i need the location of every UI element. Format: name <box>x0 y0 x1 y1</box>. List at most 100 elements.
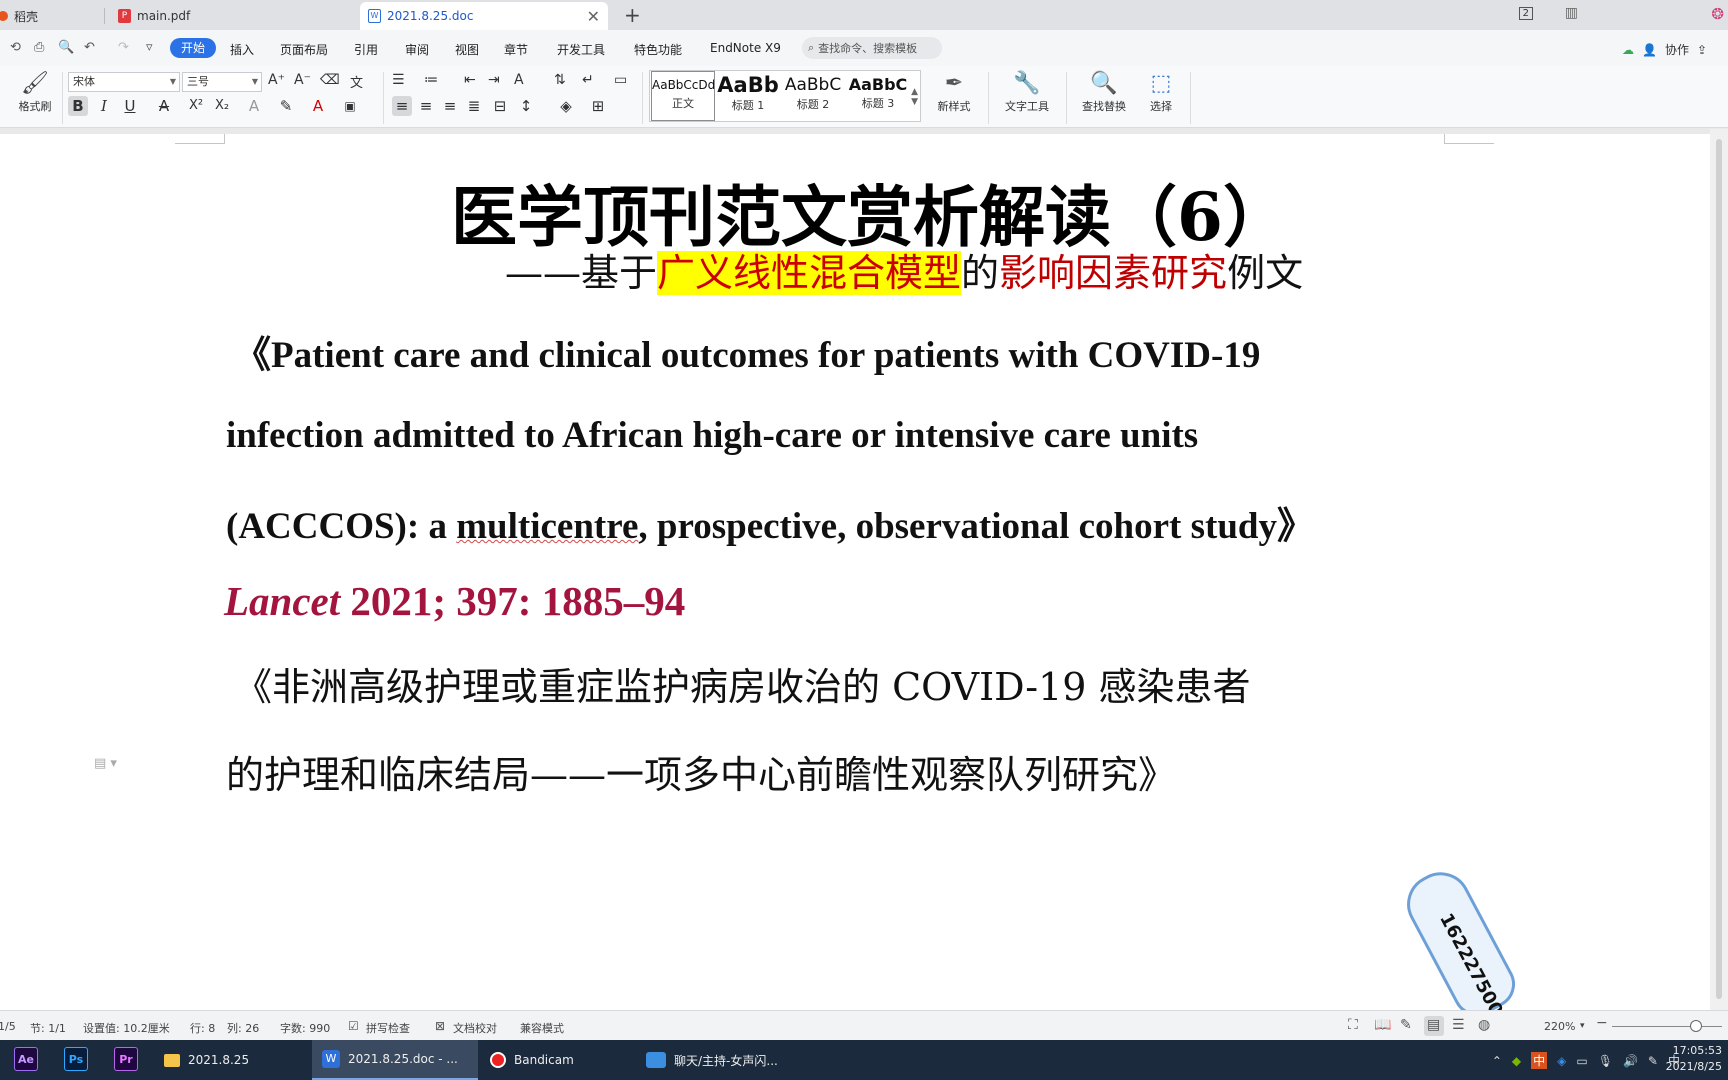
scrollbar-thumb[interactable] <box>1716 139 1722 999</box>
proofread-button[interactable]: 文档校对 <box>453 1020 497 1036</box>
microphone-icon[interactable]: 🎙 <box>1598 1054 1613 1068</box>
taskbar-chat[interactable]: 聊天/主持-女声闪... <box>636 1040 806 1080</box>
zoom-slider[interactable] <box>1612 1026 1722 1027</box>
chevron-up-icon[interactable]: ⌃ <box>1492 1054 1502 1068</box>
taskbar-bandicam[interactable]: Bandicam <box>480 1040 636 1080</box>
decrease-font-icon[interactable]: A⁻ <box>294 72 311 88</box>
align-center-icon[interactable]: ≡ <box>416 96 436 116</box>
styles-scroll-icon[interactable]: ▲ ▼ <box>911 87 918 107</box>
spell-check-button[interactable]: 拼写检查 <box>366 1020 410 1036</box>
decrease-indent-icon[interactable]: ⇤ <box>464 72 476 88</box>
superscript-icon[interactable]: X² <box>186 96 206 116</box>
menu-features[interactable]: 特色功能 <box>634 41 682 58</box>
new-tab-icon[interactable]: + <box>624 3 641 27</box>
menu-review[interactable]: 审阅 <box>405 41 429 58</box>
chinese-layout-icon[interactable]: A <box>514 72 524 88</box>
distribute-icon[interactable]: ⊟ <box>490 96 510 116</box>
print-preview-icon[interactable]: 🔍 <box>58 40 74 55</box>
menu-references[interactable]: 引用 <box>354 41 378 58</box>
justify-icon[interactable]: ≣ <box>464 96 484 116</box>
style-heading-3[interactable]: AaBbC 标题 3 <box>846 71 910 121</box>
volume-icon[interactable]: 🔊 <box>1623 1054 1638 1068</box>
new-style-button[interactable]: ✒ 新样式 <box>928 70 980 114</box>
sort-icon[interactable]: ⇅ <box>554 72 566 88</box>
taskbar-wps-doc[interactable]: W 2021.8.25.doc - ... <box>312 1040 478 1080</box>
align-left-icon[interactable]: ≡ <box>392 96 412 116</box>
tab-active-doc[interactable]: W 2021.8.25.doc ✕ <box>360 2 608 30</box>
tab-main-pdf[interactable]: P main.pdf <box>110 2 355 30</box>
menu-chapter[interactable]: 章节 <box>504 41 528 58</box>
taskbar-folder[interactable]: 2021.8.25 <box>154 1040 310 1080</box>
outline-view-icon[interactable]: ☰ <box>1452 1017 1465 1033</box>
redo-icon[interactable]: ↷ <box>118 40 129 55</box>
bold-icon[interactable]: B <box>68 96 88 116</box>
style-normal[interactable]: AaBbCcDd 正文 <box>651 71 715 121</box>
redo-format-icon[interactable]: ⟲ <box>10 40 21 55</box>
font-color-icon[interactable]: A <box>308 96 328 116</box>
style-heading-1[interactable]: AaBb 标题 1 <box>716 71 780 121</box>
sync-cloud-icon[interactable]: ☁ <box>1622 43 1634 57</box>
menu-developer[interactable]: 开发工具 <box>557 41 605 58</box>
increase-indent-icon[interactable]: ⇥ <box>488 72 500 88</box>
ime-badge[interactable]: 中 <box>1531 1052 1548 1069</box>
command-search-input[interactable]: ⌕ 查找命令、搜索模板 <box>802 37 942 59</box>
underline-icon[interactable]: U <box>120 96 140 116</box>
highlight-icon[interactable]: ✎ <box>276 96 296 116</box>
quick-access-more-icon[interactable]: ▿ <box>146 40 153 55</box>
select-button[interactable]: ⬚ 选择 <box>1138 70 1184 114</box>
page-view-icon[interactable]: ▤ <box>1427 1017 1440 1033</box>
photoshop-icon[interactable]: Ps <box>64 1047 88 1071</box>
print-icon[interactable]: ⎙ <box>34 40 44 55</box>
page-indicator[interactable]: 1/5 <box>0 1020 16 1033</box>
user-avatar-icon[interactable]: ❂ <box>1711 5 1724 23</box>
phonetic-guide-icon[interactable]: 文 <box>350 72 363 91</box>
network-icon[interactable]: ▭ <box>1576 1054 1587 1068</box>
fullscreen-icon[interactable]: ⛶ <box>1348 1017 1358 1033</box>
window-count-badge[interactable]: 2 <box>1518 7 1533 20</box>
italic-icon[interactable]: I <box>94 96 114 116</box>
borders-icon[interactable]: ⊞ <box>588 96 608 116</box>
show-marks-icon[interactable]: ↵ <box>582 72 594 88</box>
premiere-icon[interactable]: Pr <box>114 1047 138 1071</box>
edit-mode-icon[interactable]: ✎ <box>1400 1017 1412 1033</box>
char-border-icon[interactable]: ▣ <box>340 96 360 116</box>
tab-daoke[interactable]: 稻壳 <box>0 2 96 30</box>
collaborate-button[interactable]: 协作 <box>1665 41 1689 58</box>
increase-font-icon[interactable]: A⁺ <box>268 72 285 88</box>
menu-insert[interactable]: 插入 <box>230 41 254 58</box>
security-icon[interactable]: ◈ <box>1557 1054 1566 1068</box>
close-tab-icon[interactable]: ✕ <box>587 7 600 26</box>
read-mode-icon[interactable]: 📖 <box>1374 1017 1391 1033</box>
text-effect-icon[interactable]: A <box>244 96 264 116</box>
after-effects-icon[interactable]: Ae <box>14 1047 38 1071</box>
format-painter-button[interactable]: 🖌 格式刷 <box>12 70 58 114</box>
font-name-select[interactable]: 宋体 ▼ <box>68 72 180 92</box>
undo-icon[interactable]: ↶ <box>84 40 95 55</box>
menu-endnote[interactable]: EndNote X9 <box>710 41 781 55</box>
zoom-level[interactable]: 220% <box>1544 1020 1575 1033</box>
proofread-icon[interactable]: ⊠ <box>435 1019 445 1033</box>
line-spacing-icon[interactable]: ↕ <box>516 96 536 116</box>
style-heading-2[interactable]: AaBbC 标题 2 <box>781 71 845 121</box>
menu-page-layout[interactable]: 页面布局 <box>280 41 328 58</box>
font-size-select[interactable]: 三号 ▼ <box>182 72 262 92</box>
pen-icon[interactable]: ✎ <box>1648 1054 1658 1068</box>
chevron-down-icon[interactable]: ▾ <box>1580 1021 1585 1031</box>
subscript-icon[interactable]: X₂ <box>212 96 232 116</box>
align-right-icon[interactable]: ≡ <box>440 96 460 116</box>
find-replace-button[interactable]: 🔍 查找替换 <box>1074 70 1134 114</box>
paragraph-layout-icon[interactable]: ▤ ▾ <box>94 756 117 771</box>
zoom-out-icon[interactable]: − <box>1596 1015 1608 1031</box>
text-tools-button[interactable]: 🔧 文字工具 <box>996 70 1058 114</box>
clear-format-icon[interactable]: ⌫ <box>320 72 340 88</box>
strikethrough-icon[interactable]: A <box>154 96 174 116</box>
web-view-icon[interactable]: ◍ <box>1478 1017 1490 1033</box>
zoom-slider-handle[interactable] <box>1690 1020 1702 1032</box>
vertical-scrollbar[interactable] <box>1710 129 1728 1010</box>
numbered-list-icon[interactable]: ≔ <box>424 72 438 88</box>
bullet-list-icon[interactable]: ☰ <box>392 72 405 88</box>
share-icon[interactable]: ⇪ <box>1697 43 1707 57</box>
checkbox-icon[interactable]: ☑ <box>348 1019 359 1033</box>
table-grid-icon[interactable]: ▭ <box>614 72 627 88</box>
menu-view[interactable]: 视图 <box>455 41 479 58</box>
